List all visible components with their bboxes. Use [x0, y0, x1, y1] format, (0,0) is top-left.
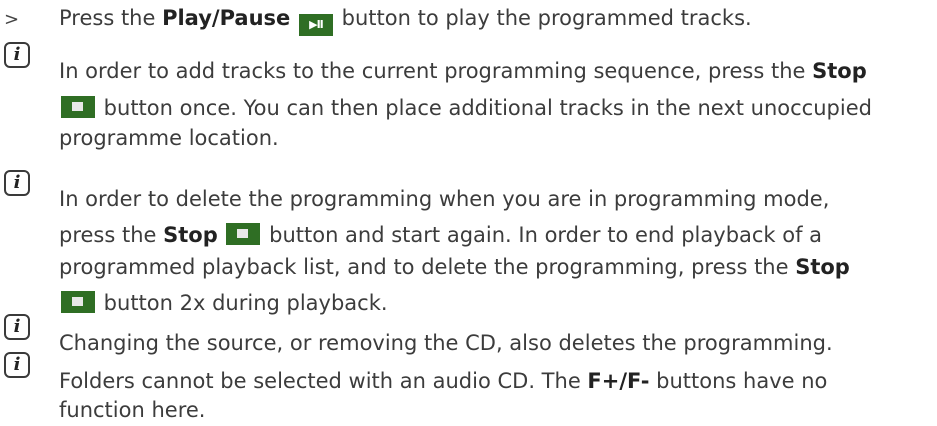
p3-text: In order to delete the programming when …	[59, 187, 830, 211]
p4-line-1: Changing the source, or removing the CD,…	[59, 333, 833, 354]
stop-label: Stop	[163, 223, 218, 247]
info-icon: i	[4, 42, 30, 68]
p5-text: Folders cannot be selected with an audio…	[59, 369, 588, 393]
stop-button-icon	[226, 223, 261, 245]
info-icon: i	[4, 170, 30, 196]
p3-text: button and start again. In order to end …	[262, 223, 823, 247]
p5-text: function here.	[59, 398, 206, 422]
p2-line-1: In order to add tracks to the current pr…	[59, 61, 867, 82]
p2-line-3: programme location.	[59, 128, 279, 149]
p3-line-1: In order to delete the programming when …	[59, 189, 829, 210]
p5-line-1: Folders cannot be selected with an audio…	[59, 371, 827, 392]
p1-text-post: button to play the programmed tracks.	[341, 6, 752, 30]
p2-text: programme location.	[59, 126, 279, 150]
p5-text: buttons have no	[649, 369, 828, 393]
f-buttons-label: F+/F-	[587, 369, 650, 393]
p3-line-3: programmed playback list, and to delete …	[59, 257, 850, 278]
bullet-marker: >	[4, 9, 20, 30]
p3-line-2: press the Stop button and start again. I…	[59, 223, 822, 246]
info-icon: i	[4, 352, 30, 378]
stop-label: Stop	[812, 59, 867, 83]
p2-text: In order to add tracks to the current pr…	[59, 59, 813, 83]
p5-line-2: function here.	[59, 400, 205, 421]
p2-text: button once. You can then place addition…	[97, 96, 872, 120]
p1-text-pre: Press the	[59, 6, 163, 30]
stop-button-icon	[61, 96, 95, 118]
info-icon: i	[4, 314, 30, 340]
stop-label: Stop	[795, 255, 850, 279]
p2-line-2: button once. You can then place addition…	[59, 96, 872, 119]
play-pause-label: Play/Pause	[162, 6, 291, 30]
play-pause-button-icon: ▶II	[298, 14, 333, 36]
p3-text: press the	[59, 223, 164, 247]
p4-text: Changing the source, or removing the CD,…	[59, 331, 833, 355]
p3-text: button 2x during playback.	[97, 291, 388, 315]
p1-line-1: Press the Play/Pause ▶II button to play …	[59, 8, 752, 36]
p3-line-4: button 2x during playback.	[59, 291, 388, 314]
stop-button-icon	[61, 291, 95, 313]
p3-text: programmed playback list, and to delete …	[59, 255, 796, 279]
